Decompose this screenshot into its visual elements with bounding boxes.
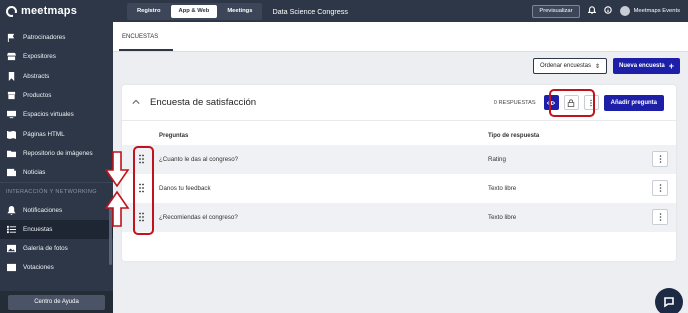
chevron-up-icon[interactable] [132, 98, 140, 108]
question-text: ¿Recomiendas el congreso? [159, 214, 238, 221]
sidebar-item-galeria[interactable]: Galería de fotos [0, 239, 113, 258]
sidebar-section-label: INTERACCIÓN Y NETWORKING [0, 182, 113, 200]
topbar-actions: Previsualizar Meetmaps Events [532, 4, 688, 18]
table-row: ¿Recomiendas el congreso? Texto libre [122, 203, 676, 232]
main-content: ENCUESTAS Ordenar encuestas ⇕ Nueva encu… [113, 22, 688, 313]
sidebar-item-label: Galería de fotos [23, 245, 68, 253]
sort-icon: ⇕ [595, 63, 601, 70]
avatar [619, 6, 630, 16]
tab-underline [119, 49, 173, 51]
list-icon [7, 225, 16, 234]
screen-icon [7, 110, 16, 119]
column-header-type: Tipo de respuesta [488, 133, 540, 139]
page-actions: Ordenar encuestas ⇕ Nueva encuesta + [532, 58, 680, 74]
row-more-button[interactable] [652, 151, 668, 167]
logo-mark-icon [6, 5, 17, 17]
user-name: Meetmaps Events [633, 8, 680, 14]
questions-table-header: Preguntas Tipo de respuesta [122, 129, 676, 145]
sidebar-item-expositores[interactable]: Expositores [0, 47, 113, 66]
logo-text: meetmaps [21, 5, 78, 17]
sidebar-item-notificaciones[interactable]: Notificaciones [0, 200, 113, 219]
event-title: Data Science Congress [272, 6, 348, 16]
sidebar-item-paginas-html[interactable]: Páginas HTML [0, 124, 113, 143]
kebab-icon [659, 155, 661, 163]
product-switcher: Registro App & Web Meetings [127, 2, 263, 20]
sidebar-item-label: Espacios virtuales [23, 111, 74, 119]
sidebar-item-repositorio[interactable]: Repositorio de imágenes [0, 144, 113, 163]
sidebar-item-label: Noticias [23, 169, 46, 177]
newspaper-icon [7, 168, 16, 177]
bell-icon[interactable] [587, 6, 596, 16]
annotation-arrows [105, 151, 130, 227]
help-area: Centro de Ayuda [0, 291, 113, 313]
table-row: ¿Cuanto le das al congreso? Rating [122, 145, 676, 174]
sidebar-list: Patrocinadores Expositores Abstracts Pro… [0, 28, 113, 278]
new-survey-label: Nueva encuesta [619, 63, 665, 69]
page-tabbar: ENCUESTAS [113, 22, 688, 52]
sidebar-item-noticias[interactable]: Noticias [0, 163, 113, 182]
vote-icon [7, 263, 16, 272]
tab-registro[interactable]: Registro [129, 5, 169, 18]
response-type: Texto libre [488, 214, 517, 221]
sidebar-item-productos[interactable]: Productos [0, 86, 113, 105]
gallery-icon [7, 244, 16, 253]
add-question-button[interactable]: Añadir pregunta [603, 94, 664, 111]
sidebar-item-label: Repositorio de imágenes [23, 149, 93, 157]
highlight-ring-drag-handles [133, 146, 154, 235]
sidebar-item-label: Productos [23, 92, 52, 100]
storefront-icon [7, 52, 16, 61]
sidebar-item-label: Notificaciones [23, 206, 63, 214]
order-surveys-label: Ordenar encuestas [539, 63, 591, 69]
response-type: Rating [488, 156, 506, 163]
topbar: Registro App & Web Meetings Data Science… [113, 0, 688, 22]
folder-icon [7, 149, 16, 158]
sidebar-item-label: Encuestas [23, 225, 53, 233]
arrow-down-icon [105, 151, 130, 188]
flag-icon [7, 33, 16, 43]
sidebar-item-label: Votaciones [23, 264, 54, 272]
table-row: Danos tu feedback Texto libre [122, 174, 676, 203]
responses-count: 0 RESPUESTAS [493, 99, 536, 106]
sidebar-item-votaciones[interactable]: Votaciones [0, 258, 113, 277]
sidebar-item-label: Abstracts [23, 72, 50, 80]
sidebar-item-label: Páginas HTML [23, 130, 65, 138]
user-menu[interactable]: Meetmaps Events [619, 6, 680, 16]
sidebar-item-espacios-virtuales[interactable]: Espacios virtuales [0, 105, 113, 124]
question-text: ¿Cuanto le das al congreso? [159, 156, 239, 163]
sidebar-item-label: Expositores [23, 53, 56, 61]
highlight-ring-visibility-lock [549, 89, 595, 117]
kebab-icon [659, 184, 661, 192]
chat-icon [664, 297, 674, 308]
tab-encuestas[interactable]: ENCUESTAS [122, 34, 158, 40]
sidebar-item-patrocinadores[interactable]: Patrocinadores [0, 28, 113, 47]
plus-icon: + [668, 60, 674, 71]
sidebar-item-label: Patrocinadores [23, 34, 66, 42]
bookmark-icon [7, 71, 16, 81]
map-icon [7, 130, 16, 139]
column-header-questions: Preguntas [159, 133, 189, 139]
chat-button[interactable] [655, 288, 683, 313]
order-surveys-button[interactable]: Ordenar encuestas ⇕ [532, 58, 608, 74]
response-type: Texto libre [488, 185, 517, 192]
sidebar: meetmaps Patrocinadores Expositores Abst… [0, 0, 113, 313]
arrow-up-icon [105, 190, 130, 227]
row-more-button[interactable] [652, 180, 668, 196]
sidebar-item-encuestas[interactable]: Encuestas [0, 219, 113, 239]
box-icon [7, 91, 16, 100]
sidebar-item-abstracts[interactable]: Abstracts [0, 67, 113, 86]
logo[interactable]: meetmaps [0, 0, 113, 22]
new-survey-button[interactable]: Nueva encuesta + [613, 58, 680, 74]
info-icon[interactable] [603, 6, 612, 16]
bell-icon [7, 205, 16, 215]
question-text: Danos tu feedback [159, 185, 211, 192]
tab-app-web[interactable]: App & Web [170, 4, 218, 18]
row-more-button[interactable] [652, 209, 668, 225]
tab-meetings[interactable]: Meetings [219, 5, 260, 18]
preview-button[interactable]: Previsualizar [532, 4, 580, 18]
survey-title: Encuesta de satisfacción [150, 97, 257, 108]
help-center-button[interactable]: Centro de Ayuda [8, 294, 105, 310]
kebab-icon [659, 213, 661, 221]
